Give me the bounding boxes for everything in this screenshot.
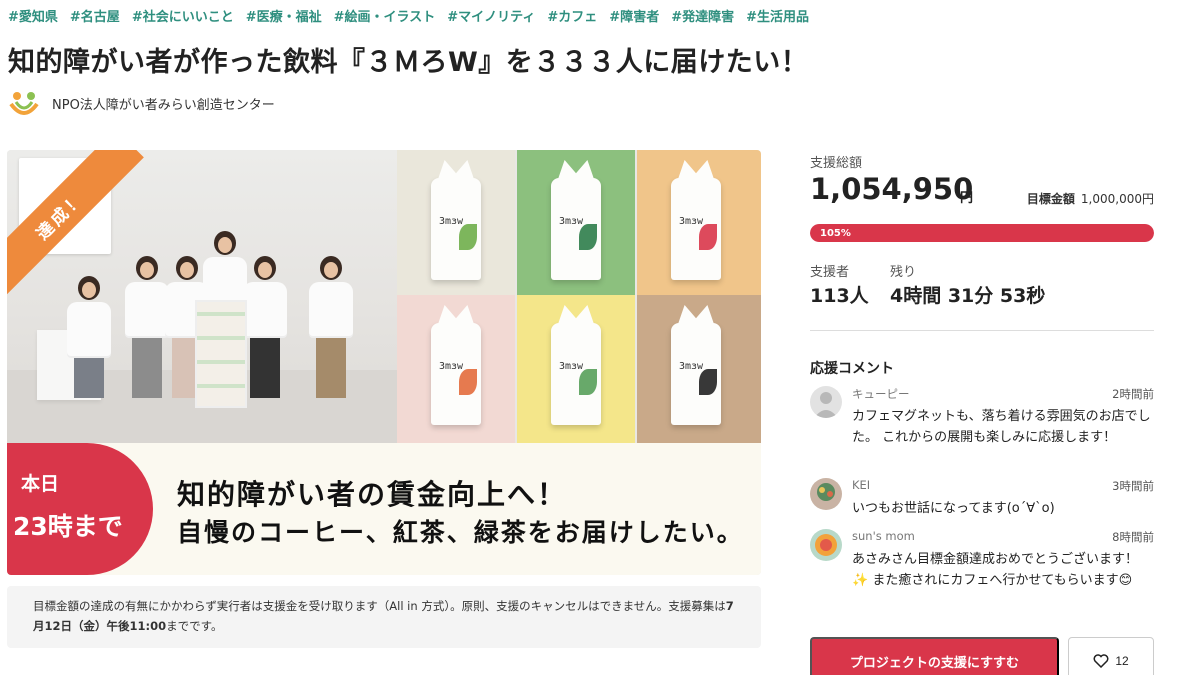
comment-text: いつもお世話になってます(o´∀`o) — [852, 501, 1055, 516]
deadline-badge: 本日 23時まで — [7, 443, 153, 575]
tag-link[interactable]: #カフェ — [547, 6, 597, 25]
project-main-image[interactable]: 達成！ 本日 23時まで 知的障がい者の賃金向上へ！ 自慢のコーヒー、紅茶、緑茶… — [7, 150, 761, 575]
product-photo — [397, 150, 515, 295]
comment-time: 8時間前 — [1112, 530, 1154, 544]
deadline-label: 本日 — [21, 473, 60, 495]
supporters-count: 113人 — [810, 285, 869, 307]
product-photo — [517, 150, 635, 295]
remaining-label: 残り — [890, 265, 917, 280]
banner-subheadline: 自慢のコーヒー、紅茶、緑茶をお届けしたい。 — [177, 518, 744, 547]
tag-link[interactable]: #発達障害 — [671, 6, 734, 25]
comment-time: 3時間前 — [1112, 479, 1154, 493]
tag-link[interactable]: #愛知県 — [8, 6, 58, 25]
person-figure — [309, 256, 353, 398]
person-figure — [125, 256, 169, 398]
person-figure — [243, 256, 287, 398]
comment-author[interactable]: キューピー — [852, 386, 910, 402]
owner-info[interactable]: NPO法人障がい者みらい創造センター — [8, 88, 275, 118]
banner-headline: 知的障がい者の賃金向上へ！ — [177, 478, 568, 511]
progress-fill: 105% — [810, 224, 1154, 242]
support-notice: 目標金額の達成の有無にかかわらず実行者は支援金を受け取ります（All in 方式… — [7, 586, 761, 648]
total-label: 支援総額 — [810, 156, 863, 171]
tag-link[interactable]: #生活用品 — [746, 6, 809, 25]
avatar[interactable] — [810, 529, 842, 561]
person-figure — [67, 276, 111, 398]
product-photo — [397, 295, 515, 443]
tag-list: #愛知県 #名古屋 #社会にいいこと #医療・福祉 #絵画・イラスト #マイノリ… — [8, 6, 809, 25]
tag-link[interactable]: #マイノリティ — [447, 6, 535, 25]
user-avatar-icon — [810, 386, 842, 418]
project-title: 知的障がい者が作った飲料『３ＭろW』を３３３人に届けたい！ — [8, 47, 809, 78]
comments-heading: 応援コメント — [810, 361, 894, 377]
tag-link[interactable]: #社会にいいこと — [132, 6, 234, 25]
product-photo — [517, 295, 635, 443]
remaining-time: 4時間 31分 53秒 — [890, 285, 1046, 307]
avatar[interactable] — [810, 478, 842, 510]
product-cart — [195, 300, 247, 408]
tag-link[interactable]: #障害者 — [609, 6, 659, 25]
total-amount: 1,054,950 — [810, 172, 974, 206]
user-avatar-icon — [810, 478, 842, 510]
user-avatar-icon — [810, 529, 842, 561]
supporters-label: 支援者 — [810, 265, 850, 280]
divider — [810, 330, 1154, 331]
tag-link[interactable]: #医療・福祉 — [246, 6, 322, 25]
support-project-button[interactable]: プロジェクトの支援にすすむ — [810, 637, 1059, 675]
avatar[interactable] — [810, 386, 842, 418]
tag-link[interactable]: #絵画・イラスト — [334, 6, 436, 25]
comment-text: あさみさん目標金額達成おめでとうございます！✨ また癒されにカフェへ行かせてもら… — [852, 552, 1139, 588]
heart-icon — [1093, 654, 1109, 668]
deadline-time: 23時まで — [13, 512, 123, 541]
tag-link[interactable]: #名古屋 — [70, 6, 120, 25]
total-unit: 円 — [960, 191, 974, 206]
favorite-count: 12 — [1115, 654, 1129, 668]
owner-logo-icon — [9, 92, 39, 115]
goal-amount: 目標金額 1,000,000円 — [1026, 192, 1154, 206]
progress-bar: 105% — [810, 224, 1154, 242]
promo-banner: 本日 23時まで 知的障がい者の賃金向上へ！ 自慢のコーヒー、紅茶、緑茶をお届け… — [7, 443, 761, 575]
comment-time: 2時間前 — [1112, 387, 1154, 401]
product-photo — [637, 295, 761, 443]
owner-name[interactable]: NPO法人障がい者みらい創造センター — [52, 94, 275, 113]
comment-author[interactable]: KEI — [852, 478, 870, 492]
comment-author[interactable]: sun's mom — [852, 529, 915, 543]
comment-text: カフェマグネットも、落ち着ける雰囲気のお店でした。 これからの展開も楽しみに応援… — [852, 409, 1151, 445]
product-photo — [637, 150, 761, 295]
favorite-button[interactable]: 12 — [1068, 637, 1154, 675]
